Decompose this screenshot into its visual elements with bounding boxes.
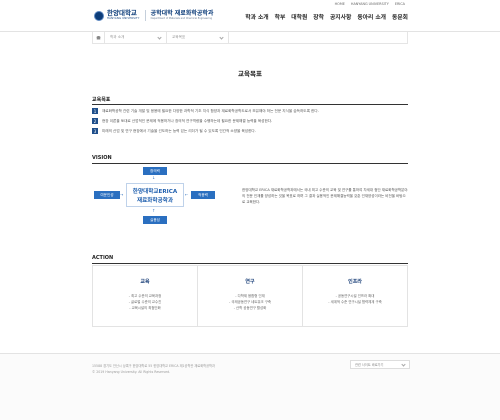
family-site-label: 관련 사이트 바로가기	[355, 363, 384, 367]
arrow-down-icon: ↓	[152, 175, 156, 180]
chevron-down-icon	[219, 34, 224, 40]
nav-item-scholarship[interactable]: 장학	[313, 12, 324, 21]
action-panel: 교육 - 최고 수준의 교육과정 - 글로벌 수준의 교수진 - 교육시설의 최…	[92, 265, 408, 327]
nav-item-graduate[interactable]: 대학원	[291, 12, 307, 21]
nav-item-clubs[interactable]: 동아리 소개	[357, 12, 386, 21]
action-divider	[92, 263, 408, 264]
logo-univ-name-en: HANYANG UNIVERSITY	[107, 16, 140, 20]
goal-item: 2 현장 이론을 토대로 산업적인 문제에 적용하거나 창의적 연구역량을 수행…	[92, 117, 408, 126]
breadcrumb-label-2: 교육목표	[172, 35, 186, 39]
action-item: - 교육시설의 최첨단화	[129, 306, 161, 310]
action-column-infrastructure: 인프라 - 공동연구시설 인프라 확대 - 세계적 수준 연구시설 협력체계 구…	[303, 266, 407, 326]
goals-section-title: 교육목표	[92, 97, 111, 103]
goal-text: 재료화학공학 관련 기술 개발 및 응용에 필요한 다양한 과학적 기초 지식 …	[102, 108, 319, 113]
footer-copyright: © 2019 Hanyang University. All Rights Re…	[92, 370, 171, 374]
arrow-up-icon: ↑	[152, 208, 156, 213]
vision-top-box: 창의력	[143, 167, 167, 175]
university-seal-icon	[94, 10, 104, 21]
utility-links: HOME HANYANG UNIVERSITY ERICA	[335, 2, 405, 6]
arrow-right-icon: →	[120, 192, 124, 197]
goals-divider	[92, 104, 408, 105]
vision-center-line1: 한양대학교ERICA	[132, 188, 178, 195]
vision-section-title: VISION	[92, 155, 112, 161]
util-link-erica[interactable]: ERICA	[395, 2, 405, 6]
site-footer: 15588 경기도 안산시 상록구 한양대학로 55 한양대학교 ERICA 제…	[0, 353, 500, 420]
breadcrumb-dropdown-1[interactable]: 학과 소개	[105, 31, 167, 44]
chevron-down-icon	[157, 34, 162, 40]
nav-item-about[interactable]: 학과 소개	[245, 12, 268, 21]
home-icon	[96, 35, 101, 40]
vision-right-box: 적응력	[191, 191, 215, 199]
breadcrumb-dropdown-2[interactable]: 교육목표	[167, 31, 229, 44]
goal-item: 3 미래의 산업 및 연구 현장에서 기술을 선도하는 능력 있는 리더가 될 …	[92, 127, 408, 136]
vision-diagram: 창의력 ↓ 여운인성 → 한양대학교ERICA 재료화학공학과 ← 적응력 ↑ …	[92, 165, 218, 233]
goal-item: 1 재료화학공학 관련 기술 개발 및 응용에 필요한 다양한 과학적 기초 지…	[92, 107, 408, 116]
logo-dept-name: 공학대학 재료화학공학과	[150, 9, 214, 17]
logo-divider	[144, 10, 146, 21]
vision-left-box: 여운인성	[94, 191, 120, 199]
logo-dept-name-en: Department of Materials and Chemical Eng…	[150, 16, 213, 20]
action-column-education: 교육 - 최고 수준의 교육과정 - 글로벌 수준의 교수진 - 교육시설의 최…	[93, 266, 198, 326]
action-column-research: 연구 - 다학제 융합형 인재 - 국제공동연구 네트워크 구축 - 산학 공동…	[198, 266, 303, 326]
chevron-down-icon	[401, 361, 406, 367]
nav-item-undergrad[interactable]: 학부	[275, 12, 286, 21]
vision-divider	[92, 163, 408, 164]
goal-text: 현장 이론을 토대로 산업적인 문제에 적용하거나 창의적 연구역량을 수행하는…	[102, 118, 273, 123]
nav-item-notice[interactable]: 공지사항	[330, 12, 351, 21]
breadcrumb: 학과 소개 교육목표	[92, 31, 408, 44]
breadcrumb-label-1: 학과 소개	[110, 35, 125, 39]
util-link-home[interactable]: HOME	[335, 2, 345, 6]
nav-item-alumni[interactable]: 동문회	[392, 12, 408, 21]
action-section-title: ACTION	[92, 255, 114, 261]
page-title: 교육목표	[238, 70, 262, 78]
vision-bottom-box: 실용성	[143, 216, 167, 224]
footer-address: 15588 경기도 안산시 상록구 한양대학로 55 한양대학교 ERICA 제…	[92, 364, 215, 368]
family-site-select[interactable]: 관련 사이트 바로가기	[350, 360, 410, 369]
logo-univ-name: 한양대학교	[107, 9, 137, 18]
goal-number: 2	[92, 118, 98, 125]
breadcrumb-home[interactable]	[93, 31, 105, 44]
site-logo[interactable]: 한양대학교 HANYANG UNIVERSITY 공학대학 재료화학공학과 De…	[94, 10, 213, 21]
action-title: 인프라	[348, 279, 362, 285]
util-link-university[interactable]: HANYANG UNIVERSITY	[351, 2, 389, 6]
goals-list: 1 재료화학공학 관련 기술 개발 및 응용에 필요한 다양한 과학적 기초 지…	[92, 107, 408, 137]
action-title: 연구	[245, 279, 255, 285]
goal-number: 1	[92, 108, 98, 115]
goal-text: 미래의 산업 및 연구 현장에서 기술을 선도하는 능력 있는 리더가 될 수 …	[102, 128, 256, 133]
site-header: HOME HANYANG UNIVERSITY ERICA 한양대학교 HANY…	[0, 0, 500, 32]
action-item: - 산학 공동연구 활성화	[233, 306, 267, 310]
vision-center-line2: 재료화학공학과	[136, 197, 174, 204]
arrow-left-icon: ←	[185, 192, 189, 197]
action-item: - 세계적 수준 연구시설 협력체계 구축	[328, 300, 382, 304]
action-title: 교육	[140, 279, 150, 285]
vision-description: 한양대학교 ERICA 재료화학공학과에서는 국내 최고 수준의 교육 및 연구…	[242, 188, 408, 204]
vision-center: 한양대학교ERICA 재료화학공학과	[126, 183, 184, 207]
main-navigation: 학과 소개 학부 대학원 장학 공지사항 동아리 소개 동문회	[245, 12, 408, 21]
goal-number: 3	[92, 128, 98, 135]
